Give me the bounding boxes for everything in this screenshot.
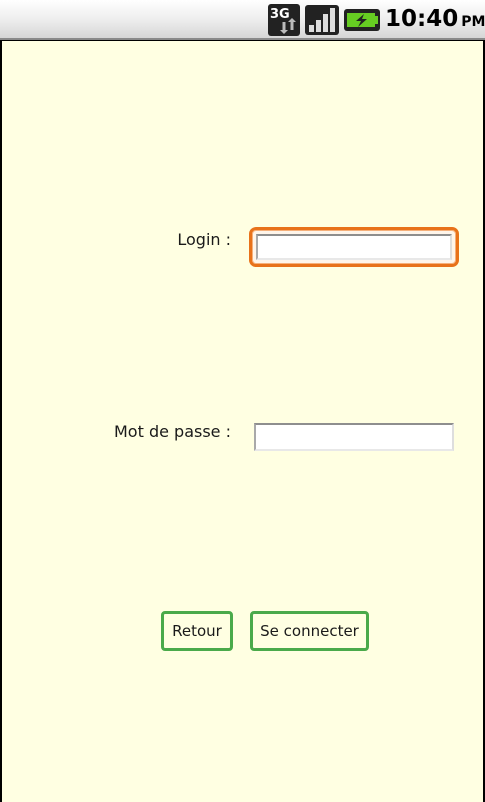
app-screen: 3G 10:40PM Login : Mot de passe : Retou — [0, 0, 485, 802]
connect-button[interactable]: Se connecter — [250, 611, 369, 651]
clock-ampm: PM — [461, 14, 485, 30]
clock-time: 10:40 — [385, 6, 459, 32]
login-input[interactable] — [256, 234, 452, 260]
svg-text:3G: 3G — [270, 7, 290, 22]
login-field-focus-ring — [249, 227, 459, 267]
login-label: Login : — [177, 230, 231, 249]
battery-charging-icon — [344, 9, 380, 31]
signal-strength-icon — [305, 5, 339, 35]
network-3g-icon: 3G — [268, 4, 300, 36]
clock: 10:40 PM — [385, 6, 485, 32]
login-form: Login : Mot de passe : Retour Se connect… — [2, 41, 483, 802]
back-button[interactable]: Retour — [161, 611, 233, 651]
password-input[interactable] — [254, 423, 454, 451]
status-bar: 3G 10:40 PM — [0, 0, 485, 40]
password-label: Mot de passe : — [114, 422, 231, 441]
